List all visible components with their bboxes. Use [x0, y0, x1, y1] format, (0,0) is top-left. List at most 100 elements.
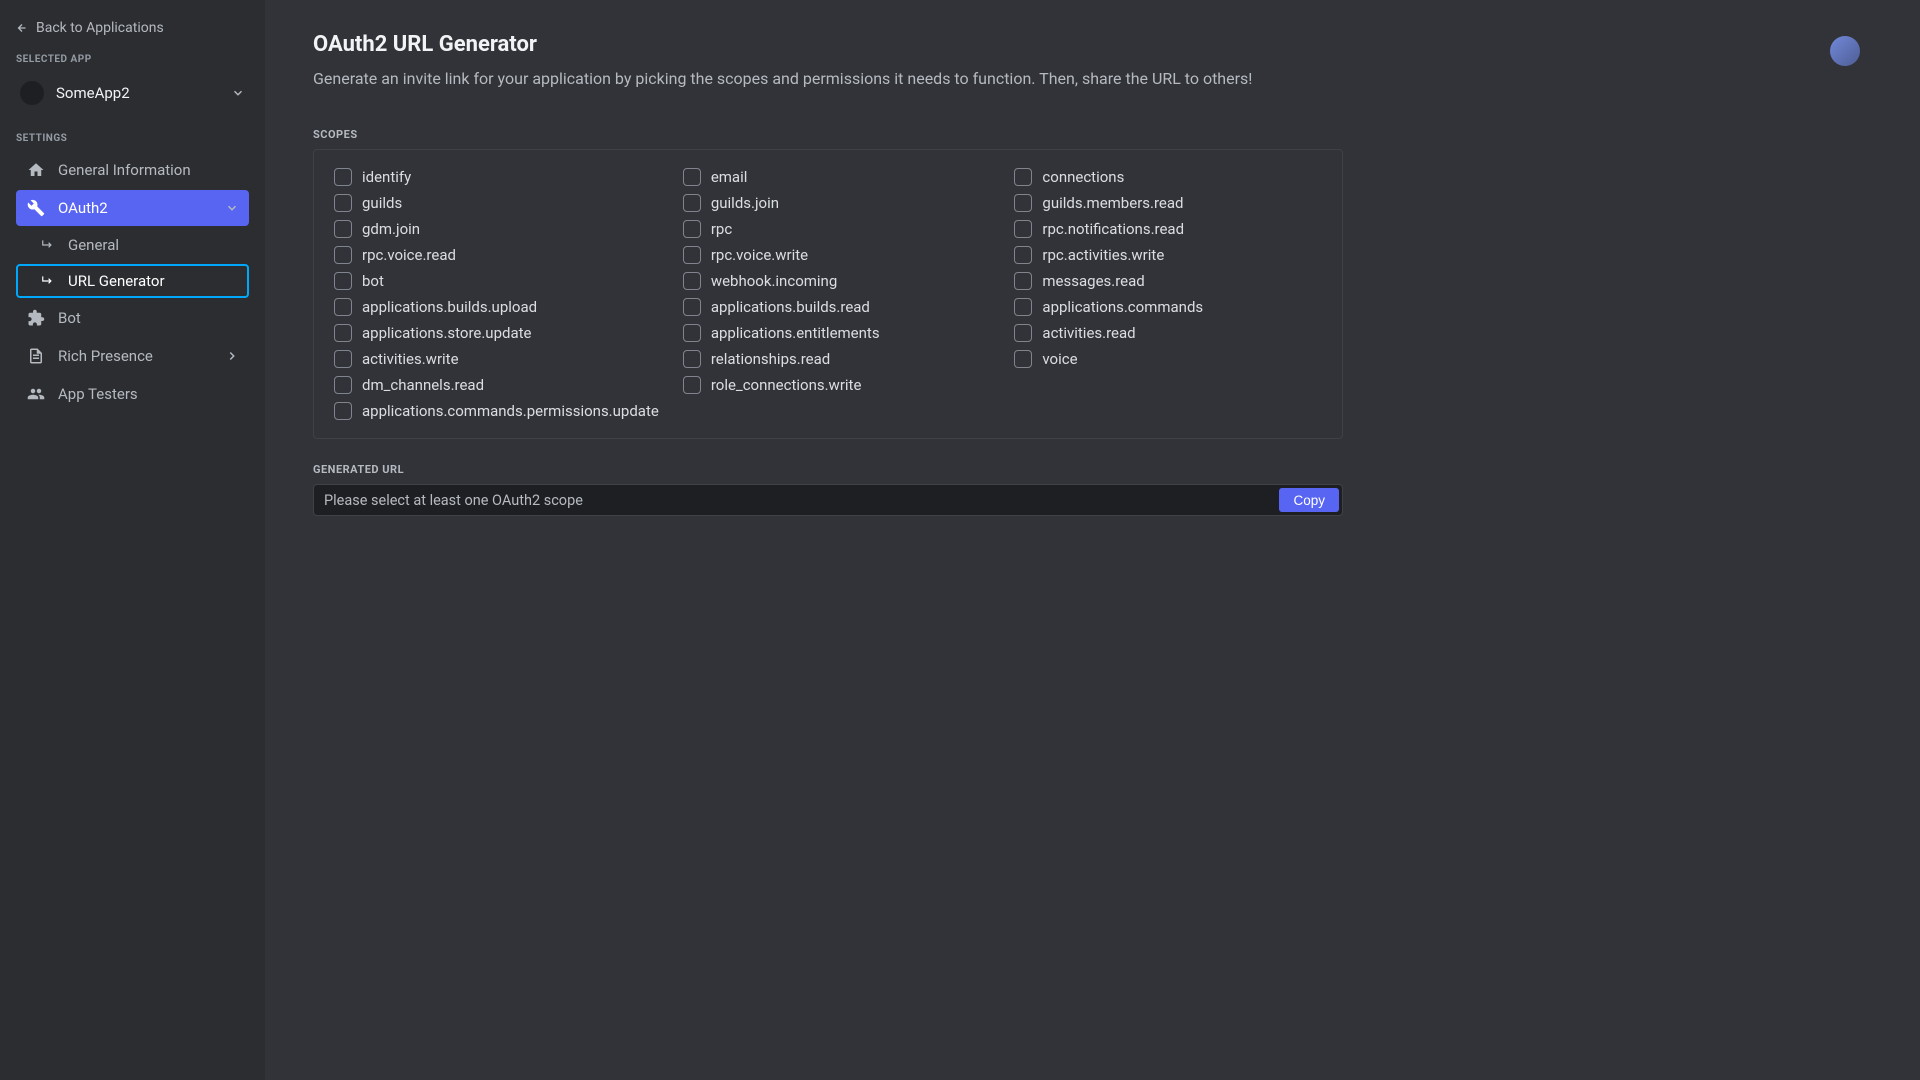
scope-item[interactable]: applications.store.update — [334, 320, 659, 346]
checkbox[interactable] — [1014, 298, 1032, 316]
scope-label: rpc.voice.read — [362, 246, 456, 264]
scope-item[interactable]: guilds.join — [683, 190, 991, 216]
checkbox[interactable] — [1014, 168, 1032, 186]
scope-label: activities.write — [362, 350, 459, 368]
people-icon — [26, 384, 46, 404]
home-icon — [26, 160, 46, 180]
scope-item[interactable]: role_connections.write — [683, 372, 991, 398]
nav-sub-label: General — [68, 236, 119, 254]
scope-item[interactable]: email — [683, 164, 991, 190]
scope-label: guilds.members.read — [1042, 194, 1183, 212]
checkbox[interactable] — [1014, 350, 1032, 368]
nav-item-label: OAuth2 — [58, 199, 213, 217]
scope-label: role_connections.write — [711, 376, 862, 394]
scope-label: bot — [362, 272, 384, 290]
settings-header: Settings — [16, 133, 249, 144]
scope-item[interactable]: webhook.incoming — [683, 268, 991, 294]
scopes-box: identify email connections guilds guilds.joi… — [313, 149, 1343, 439]
nav-oauth2-url-generator[interactable]: URL Generator — [16, 264, 249, 298]
nav-general-information[interactable]: General Information — [16, 152, 249, 188]
app-selector[interactable]: SomeApp2 — [16, 73, 249, 113]
scope-item[interactable]: relationships.read — [683, 346, 991, 372]
scope-label: applications.builds.upload — [362, 298, 537, 316]
scope-item[interactable]: voice — [1014, 346, 1322, 372]
checkbox[interactable] — [683, 220, 701, 238]
checkbox[interactable] — [334, 350, 352, 368]
chevron-down-icon — [225, 201, 239, 215]
checkbox[interactable] — [334, 298, 352, 316]
scope-item[interactable]: activities.read — [1014, 320, 1322, 346]
checkbox[interactable] — [334, 324, 352, 342]
sub-arrow-icon — [40, 273, 56, 289]
checkbox[interactable] — [1014, 246, 1032, 264]
checkbox[interactable] — [683, 324, 701, 342]
scope-item[interactable]: rpc.notifications.read — [1014, 216, 1322, 242]
scope-item[interactable]: connections — [1014, 164, 1322, 190]
checkbox[interactable] — [334, 220, 352, 238]
checkbox[interactable] — [683, 168, 701, 186]
scope-label: applications.builds.read — [711, 298, 870, 316]
checkbox[interactable] — [334, 246, 352, 264]
scope-item[interactable]: applications.entitlements — [683, 320, 991, 346]
checkbox[interactable] — [683, 298, 701, 316]
nav-item-label: App Testers — [58, 385, 138, 403]
scope-label: guilds.join — [711, 194, 779, 212]
scope-item[interactable]: applications.commands — [1014, 294, 1322, 320]
wrench-icon — [26, 198, 46, 218]
nav-item-label: Bot — [58, 309, 81, 327]
generated-url-text: Please select at least one OAuth2 scope — [324, 492, 1279, 509]
scope-label: rpc.notifications.read — [1042, 220, 1184, 238]
checkbox[interactable] — [1014, 220, 1032, 238]
generated-url-header: Generated URL — [313, 463, 1872, 476]
checkbox[interactable] — [683, 376, 701, 394]
user-avatar[interactable] — [1830, 36, 1860, 66]
checkbox[interactable] — [683, 246, 701, 264]
scope-item[interactable]: guilds — [334, 190, 659, 216]
scope-item[interactable]: identify — [334, 164, 659, 190]
scope-item[interactable]: activities.write — [334, 346, 659, 372]
scope-label: webhook.incoming — [711, 272, 837, 290]
scope-item[interactable]: guilds.members.read — [1014, 190, 1322, 216]
scope-item[interactable]: dm_channels.read — [334, 372, 659, 398]
checkbox[interactable] — [683, 272, 701, 290]
checkbox[interactable] — [1014, 324, 1032, 342]
checkbox[interactable] — [1014, 194, 1032, 212]
scope-item[interactable]: gdm.join — [334, 216, 659, 242]
scope-item[interactable]: applications.commands.permissions.update — [334, 398, 659, 424]
scope-label: applications.commands.permissions.update — [362, 402, 659, 420]
checkbox[interactable] — [334, 194, 352, 212]
nav-app-testers[interactable]: App Testers — [16, 376, 249, 412]
arrow-left-icon — [16, 22, 28, 34]
page-title: OAuth2 URL Generator — [313, 32, 1872, 57]
checkbox[interactable] — [334, 272, 352, 290]
nav-rich-presence[interactable]: Rich Presence — [16, 338, 249, 374]
copy-button[interactable]: Copy — [1279, 488, 1339, 512]
nav-item-label: Rich Presence — [58, 347, 213, 365]
nav-oauth2-general[interactable]: General — [16, 228, 249, 262]
checkbox[interactable] — [334, 168, 352, 186]
checkbox[interactable] — [683, 350, 701, 368]
scopes-header: Scopes — [313, 128, 1872, 141]
nav-oauth2[interactable]: OAuth2 — [16, 190, 249, 226]
page-description: Generate an invite link for your applica… — [313, 69, 1872, 88]
checkbox[interactable] — [334, 402, 352, 420]
checkbox[interactable] — [334, 376, 352, 394]
checkbox[interactable] — [1014, 272, 1032, 290]
scope-item[interactable]: applications.builds.read — [683, 294, 991, 320]
app-avatar — [20, 81, 44, 105]
scope-item[interactable]: rpc — [683, 216, 991, 242]
scope-label: identify — [362, 168, 411, 186]
scope-item[interactable]: bot — [334, 268, 659, 294]
scope-item[interactable]: rpc.voice.read — [334, 242, 659, 268]
nav-bot[interactable]: Bot — [16, 300, 249, 336]
app-name: SomeApp2 — [56, 84, 219, 102]
back-link-label: Back to Applications — [36, 20, 164, 36]
scope-item[interactable]: rpc.activities.write — [1014, 242, 1322, 268]
scope-item[interactable]: applications.builds.upload — [334, 294, 659, 320]
puzzle-icon — [26, 308, 46, 328]
back-to-applications-link[interactable]: Back to Applications — [16, 20, 249, 36]
main-content: OAuth2 URL Generator Generate an invite … — [265, 0, 1920, 1080]
checkbox[interactable] — [683, 194, 701, 212]
scope-item[interactable]: messages.read — [1014, 268, 1322, 294]
scope-item[interactable]: rpc.voice.write — [683, 242, 991, 268]
